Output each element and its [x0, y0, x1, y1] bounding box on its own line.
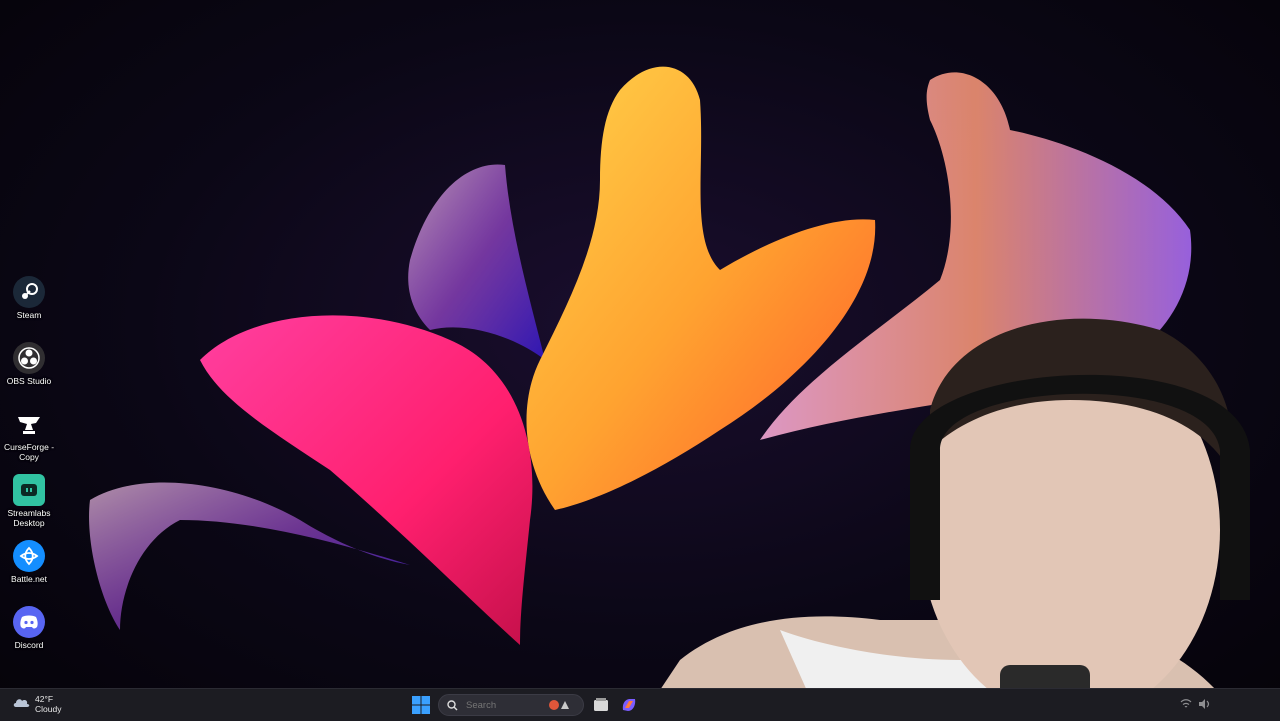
desktop-shortcut-label: Steam — [16, 310, 42, 320]
wallpaper-glass-center — [408, 164, 545, 360]
copilot-icon — [622, 699, 636, 711]
curseforge-icon — [13, 408, 45, 440]
desktop-shortcut-steam[interactable]: Steam — [2, 276, 56, 320]
discord-icon — [13, 606, 45, 638]
taskbar-search-box[interactable] — [438, 694, 584, 716]
desktop-shortcut-obs-studio[interactable]: OBS Studio — [2, 342, 56, 386]
desktop-shortcut-label: Streamlabs Desktop — [7, 508, 51, 528]
desktop-shortcut-label: Battle.net — [11, 574, 47, 584]
file-explorer-icon — [594, 698, 608, 711]
volume-icon — [1199, 699, 1210, 709]
taskbar-copilot[interactable] — [620, 696, 638, 714]
streamlabs-icon — [13, 474, 45, 506]
wallpaper-pink-ribbon — [200, 315, 533, 645]
wallpaper-glass-left — [89, 482, 411, 630]
desktop-shortcut-label: OBS Studio — [6, 376, 52, 386]
desktop-shortcut-label: Discord — [14, 640, 44, 650]
search-input[interactable] — [464, 698, 548, 712]
taskbar-weather-widget[interactable]: 42°F Cloudy — [12, 694, 61, 714]
desktop-shortcut-streamlabs[interactable]: Streamlabs Desktop — [2, 474, 56, 528]
obs-icon — [13, 342, 45, 374]
wifi-icon — [1180, 699, 1192, 708]
desktop-shortcut-discord[interactable]: Discord — [2, 606, 56, 650]
start-icon — [412, 696, 430, 714]
taskbar-file-explorer[interactable] — [592, 696, 610, 714]
webcam-overlay — [640, 318, 1250, 720]
weather-temperature: 42°F — [35, 694, 54, 704]
taskbar: 42°F Cloudy — [0, 688, 1280, 721]
battlenet-icon — [13, 540, 45, 572]
search-icon — [447, 699, 458, 711]
search-highlight-icon — [548, 699, 570, 711]
system-tray[interactable] — [1180, 698, 1210, 710]
desktop-shortcut-battlenet[interactable]: Battle.net — [2, 540, 56, 584]
weather-condition: Cloudy — [35, 704, 62, 714]
cloud-icon — [12, 695, 30, 713]
desktop-shortcut-label: CurseForge - Copy — [3, 442, 55, 462]
desktop-shortcut-curseforge[interactable]: CurseForge - Copy — [2, 408, 56, 462]
start-button[interactable] — [412, 696, 430, 714]
steam-icon — [13, 276, 45, 308]
